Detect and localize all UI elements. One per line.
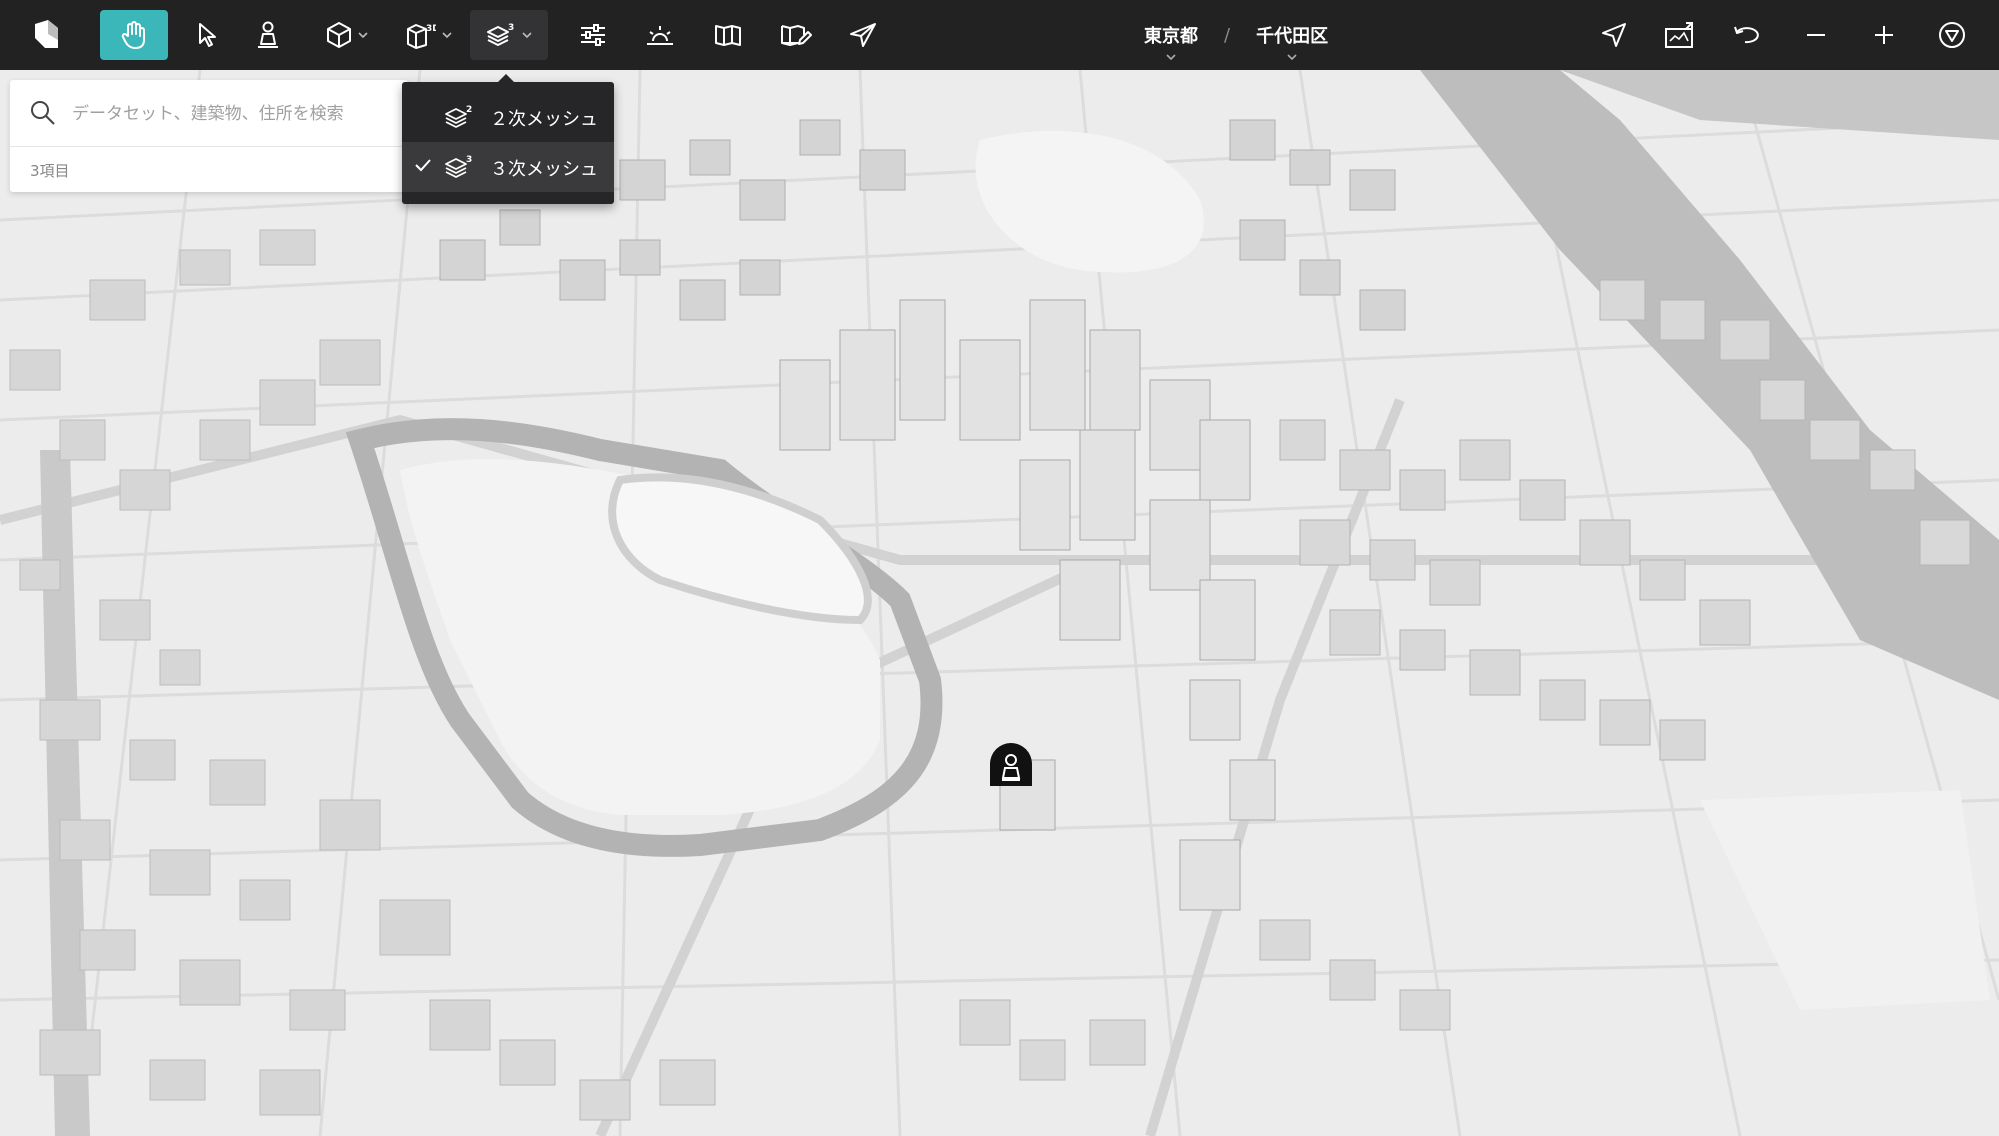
- result-count: 3項目: [30, 162, 70, 180]
- screenshot-button[interactable]: [1652, 10, 1708, 60]
- sliders-icon: [581, 24, 605, 46]
- undo-button[interactable]: [1720, 10, 1776, 60]
- map-edit-button[interactable]: [768, 10, 824, 60]
- person-location-marker[interactable]: [988, 742, 1034, 788]
- mesh-tool-button[interactable]: 3: [476, 10, 542, 60]
- checkmark-icon: [415, 159, 431, 172]
- map-view-button[interactable]: [700, 10, 756, 60]
- breadcrumb-prefecture-label: 東京都: [1144, 26, 1198, 47]
- menu-item-mesh-2[interactable]: 2 ２次メッシュ: [402, 92, 614, 142]
- person-marker-icon: [990, 743, 1032, 786]
- chevron-down-icon: [522, 32, 532, 38]
- app-logo[interactable]: [22, 10, 70, 60]
- select-tool-button[interactable]: [180, 10, 236, 60]
- chevron-down-icon: [1287, 54, 1297, 60]
- breadcrumb-prefecture[interactable]: 東京都: [1140, 22, 1202, 60]
- search-panel: 3項目: [10, 80, 408, 192]
- svg-text:3D: 3D: [426, 24, 436, 34]
- svg-text:3: 3: [466, 155, 472, 165]
- chevron-down-icon: [358, 32, 368, 38]
- send-arrow-icon: [850, 23, 876, 47]
- map-edit-icon: [781, 25, 812, 46]
- search-input[interactable]: [70, 94, 404, 134]
- menu-item-label: ２次メッシュ: [490, 109, 598, 130]
- compass-icon: [1939, 22, 1965, 48]
- hand-pan-icon: [121, 21, 145, 49]
- top-toolbar: 3D 3 東京都 / 千代田区: [0, 0, 1999, 70]
- navigate-button[interactable]: [1586, 10, 1642, 60]
- sunrise-icon: [647, 26, 673, 45]
- building-tool-button[interactable]: 3D: [398, 10, 460, 60]
- compass-button[interactable]: [1924, 10, 1980, 60]
- pan-tool-button[interactable]: [100, 10, 168, 60]
- zoom-in-button[interactable]: [1856, 10, 1912, 60]
- cube-icon: [327, 22, 351, 48]
- app-logo-icon: [35, 20, 58, 48]
- app-window: 3D 3 東京都 / 千代田区 データセット、建築物、住所を検索 3項目 2 ２…: [0, 0, 1999, 1136]
- svg-text:3: 3: [508, 23, 514, 33]
- breadcrumb-ward[interactable]: 千代田区: [1252, 22, 1332, 60]
- undo-icon: [1734, 26, 1759, 44]
- zoom-in-icon: [1875, 26, 1893, 44]
- mesh-dropdown-menu: 2 ２次メッシュ 3 ３次メッシュ: [402, 74, 614, 204]
- screenshot-icon: [1665, 22, 1693, 48]
- breadcrumb-ward-label: 千代田区: [1256, 26, 1329, 47]
- pointer-select-icon: [199, 23, 216, 47]
- sun-shadow-button[interactable]: [632, 10, 688, 60]
- menu-item-label: ３次メッシュ: [490, 159, 598, 180]
- navigation-arrow-icon: [1602, 23, 1626, 47]
- pedestrian-tool-button[interactable]: [240, 10, 296, 60]
- menu-item-mesh-3[interactable]: 3 ３次メッシュ: [402, 142, 614, 192]
- breadcrumb-separator: /: [1224, 24, 1231, 46]
- building-3d-icon: 3D: [407, 24, 436, 49]
- mesh-3-icon: 3: [445, 155, 472, 178]
- mesh-layers-icon: 3: [487, 23, 514, 46]
- dropdown-pointer: [498, 74, 514, 82]
- settings-sliders-button[interactable]: [565, 10, 621, 60]
- map-book-icon: [715, 25, 741, 46]
- search-row: [10, 80, 408, 147]
- zoom-out-button[interactable]: [1788, 10, 1844, 60]
- zoom-out-icon: [1807, 34, 1825, 36]
- chevron-down-icon: [442, 32, 452, 38]
- svg-text:2: 2: [466, 105, 472, 115]
- mesh-2-icon: 2: [445, 105, 472, 128]
- search-icon: [31, 101, 55, 125]
- breadcrumb: 東京都 / 千代田区: [1140, 0, 1332, 70]
- cube-tool-button[interactable]: [316, 10, 378, 60]
- pedestrian-icon: [258, 21, 278, 48]
- chevron-down-icon: [1166, 54, 1176, 60]
- share-button[interactable]: [835, 10, 891, 60]
